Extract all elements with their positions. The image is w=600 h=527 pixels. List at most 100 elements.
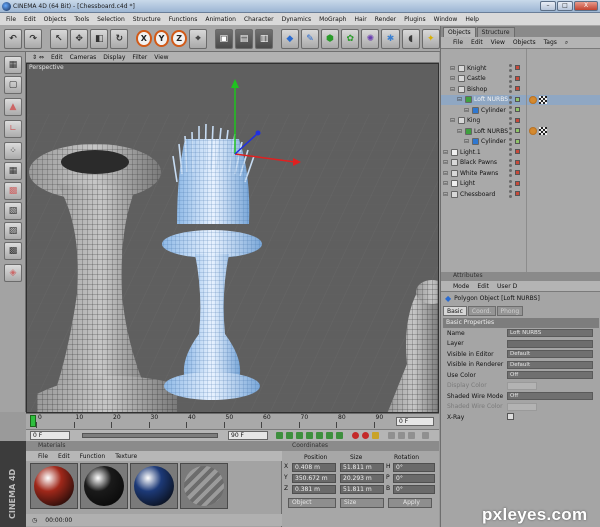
render-picture-viewer-icon[interactable]: ▤ <box>234 28 254 49</box>
texture-tag-icon[interactable] <box>539 95 547 104</box>
enabled-check-icon[interactable] <box>515 191 520 196</box>
menu-help[interactable]: Help <box>465 16 479 23</box>
tree-item[interactable]: ⊟ Cylinder <box>441 105 600 116</box>
enabled-check-icon[interactable] <box>515 96 520 102</box>
animation-mode-icon[interactable]: ◈ <box>4 264 22 282</box>
apply-button[interactable]: Apply <box>388 498 432 508</box>
rotation-field[interactable]: 0° <box>393 474 435 483</box>
go-to-end-icon[interactable] <box>336 432 343 439</box>
axis-mode-icon[interactable]: ∟ <box>4 120 22 138</box>
timeline-menu-icon[interactable] <box>422 432 429 439</box>
om-menu-tags[interactable]: Tags <box>544 39 557 46</box>
viewport-menu-filter[interactable]: Filter <box>132 54 147 61</box>
undo-icon[interactable]: ↶ <box>4 28 23 49</box>
menu-mograph[interactable]: MoGraph <box>319 16 346 23</box>
coordinate-system-icon[interactable]: ⌖ <box>189 28 208 49</box>
previous-key-icon[interactable] <box>286 432 293 439</box>
menu-render[interactable]: Render <box>375 16 396 23</box>
live-selection-icon[interactable]: ↖ <box>49 28 69 49</box>
attr-menu-user-data[interactable]: User D <box>497 283 517 290</box>
camera-icon[interactable]: ◖ <box>401 28 420 49</box>
model-mode-icon[interactable]: ▢ <box>4 76 22 94</box>
axis-z-button[interactable]: Z <box>171 30 187 47</box>
axis-x-button[interactable]: X <box>136 30 152 47</box>
editor-visibility-dot[interactable] <box>509 127 512 130</box>
rotation-field[interactable]: 0° <box>393 463 435 472</box>
tree-item[interactable]: ⊟ Loft NURBS <box>441 126 600 137</box>
editor-visibility-dot[interactable] <box>509 179 512 183</box>
previous-frame-icon[interactable] <box>296 432 303 439</box>
tree-item[interactable]: ⊟ White Pawns <box>441 168 600 179</box>
expand-toggle-icon[interactable]: ⊟ <box>450 65 455 72</box>
black-material-swatch[interactable] <box>80 463 128 509</box>
scale-key-icon[interactable] <box>398 432 405 439</box>
menu-hair[interactable]: Hair <box>354 16 366 23</box>
editor-visibility-dot[interactable] <box>509 116 512 120</box>
expand-toggle-icon[interactable]: ⊟ <box>443 159 448 166</box>
expand-toggle-icon[interactable]: ⊟ <box>443 149 448 156</box>
render-visibility-dot[interactable] <box>509 153 512 156</box>
render-settings-icon[interactable]: ▥ <box>255 28 274 49</box>
enabled-check-icon[interactable] <box>515 65 520 70</box>
polygons-mode-icon[interactable]: ▩ <box>4 182 22 200</box>
scale-icon[interactable]: ◧ <box>90 28 109 49</box>
expand-toggle-icon[interactable]: ⊟ <box>450 86 455 93</box>
array-icon[interactable]: ✿ <box>341 28 360 49</box>
render-visibility-dot[interactable] <box>509 163 512 167</box>
expand-toggle-icon[interactable]: ⊟ <box>450 75 455 82</box>
phong-tag-icon[interactable] <box>529 127 537 135</box>
texture-tag-icon[interactable] <box>539 127 547 135</box>
enabled-check-icon[interactable] <box>515 117 520 123</box>
attr-tab-coord[interactable]: Coord. <box>467 306 496 316</box>
render-visibility-dot[interactable] <box>509 174 512 177</box>
mat-menu-file[interactable]: File <box>38 453 48 460</box>
tree-item[interactable]: ⊟ King <box>441 116 600 127</box>
enabled-check-icon[interactable] <box>515 149 520 154</box>
texture-mode-icon[interactable]: ▧ <box>4 202 22 220</box>
menu-window[interactable]: Window <box>434 16 458 23</box>
viewport-menu-view[interactable]: View <box>154 54 168 61</box>
editor-visibility-dot[interactable] <box>509 158 512 162</box>
editor-visibility-dot[interactable] <box>509 64 512 67</box>
editor-visibility-dot[interactable] <box>509 148 512 151</box>
menu-functions[interactable]: Functions <box>169 16 198 23</box>
edges-mode-icon[interactable]: ▦ <box>4 162 22 180</box>
attribute-value[interactable] <box>507 339 593 348</box>
blue-material-swatch[interactable] <box>130 463 178 509</box>
om-menu-edit[interactable]: Edit <box>471 39 483 46</box>
keyframe-selection-icon[interactable] <box>372 432 379 439</box>
expand-toggle-icon[interactable]: ⊟ <box>464 107 469 114</box>
spline-icon[interactable]: ✎ <box>300 28 320 49</box>
om-menu-objects[interactable]: Objects <box>513 39 536 46</box>
attr-tab-phong[interactable]: Phong <box>496 306 524 316</box>
menu-character[interactable]: Character <box>244 16 274 23</box>
editor-visibility-dot[interactable] <box>509 85 512 88</box>
viewport-menu-display[interactable]: Display <box>103 54 125 61</box>
minimize-button[interactable]: – <box>540 1 556 11</box>
position-field[interactable]: 350.672 m <box>292 474 336 483</box>
tree-item[interactable]: ⊟ Cylinder <box>441 137 600 148</box>
expand-toggle-icon[interactable]: ⊟ <box>450 117 455 124</box>
editor-visibility-dot[interactable] <box>509 190 512 193</box>
enabled-check-icon[interactable] <box>515 138 520 144</box>
menu-tools[interactable]: Tools <box>74 16 89 23</box>
render-visibility-dot[interactable] <box>509 132 512 135</box>
tree-item[interactable]: ⊟ Knight <box>441 63 600 74</box>
phong-tag-icon[interactable] <box>529 95 537 104</box>
render-visibility-dot[interactable] <box>509 69 512 72</box>
points-mode-icon[interactable]: ⁘ <box>4 142 22 160</box>
menu-file[interactable]: File <box>6 16 16 23</box>
tree-item[interactable]: ⊟ Light <box>441 179 600 190</box>
tab-objects[interactable]: Objects <box>443 27 476 37</box>
attribute-value[interactable]: Off <box>507 392 593 400</box>
render-visibility-dot[interactable] <box>509 184 512 188</box>
next-key-icon[interactable] <box>326 432 333 439</box>
expand-toggle-icon[interactable]: ⊟ <box>464 138 469 145</box>
play-icon[interactable] <box>306 432 313 439</box>
timeline-ruler[interactable]: 0 10 20 30 40 50 60 70 80 90 0 F <box>26 413 439 429</box>
editor-visibility-dot[interactable] <box>509 95 512 99</box>
scene-icon[interactable]: ✱ <box>381 28 400 49</box>
expand-toggle-icon[interactable]: ⊟ <box>443 170 448 177</box>
menu-objects[interactable]: Objects <box>44 16 67 23</box>
position-field[interactable]: 0.381 m <box>292 485 336 494</box>
